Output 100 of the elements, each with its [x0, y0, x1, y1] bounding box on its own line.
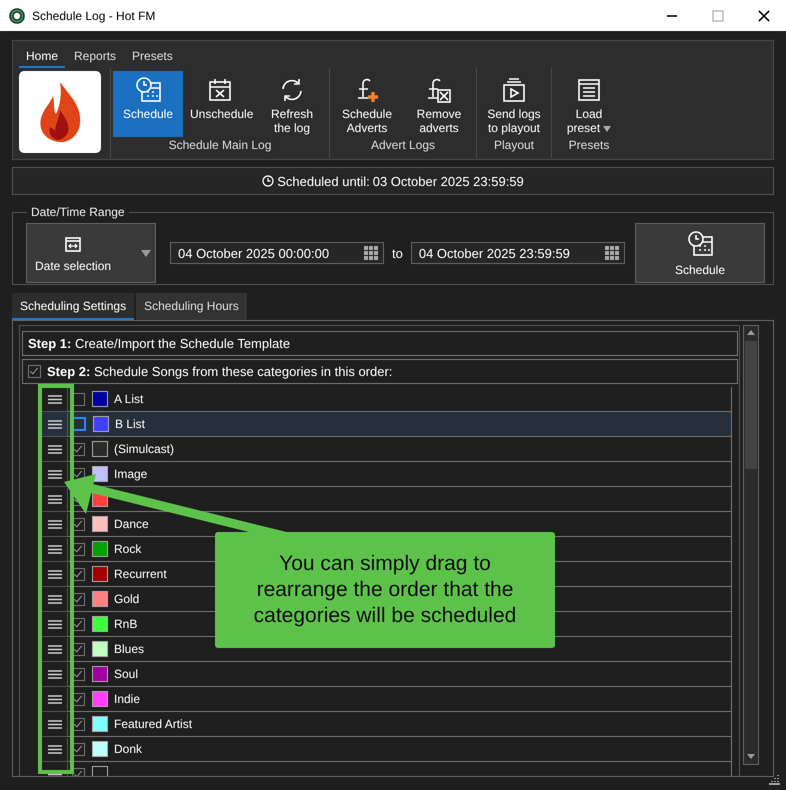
- category-name: Gold: [114, 592, 140, 606]
- drag-handle[interactable]: [42, 612, 68, 636]
- category-name: Featured Artist: [114, 717, 192, 731]
- drag-handle-icon: [48, 470, 62, 478]
- drag-handle[interactable]: [42, 538, 68, 562]
- close-icon: [758, 10, 770, 22]
- drag-handle[interactable]: [42, 688, 68, 712]
- drag-handle[interactable]: [42, 738, 68, 762]
- group-label: Schedule Main Log: [168, 138, 272, 154]
- category-name: RnB: [114, 617, 138, 631]
- checkbox[interactable]: [72, 542, 85, 556]
- category-name: Rock: [114, 542, 142, 556]
- category-name: Dance: [114, 517, 149, 531]
- ribbon-button[interactable]: Refresh the log: [257, 71, 327, 137]
- category-row[interactable]: Soul: [42, 662, 731, 687]
- drag-handle-icon: [48, 620, 62, 628]
- checkbox[interactable]: [72, 692, 85, 706]
- tab[interactable]: Scheduling Settings: [12, 293, 134, 320]
- drag-handle-icon: [48, 694, 62, 704]
- clock-calendar-icon: [134, 76, 162, 104]
- drag-handle-icon: [48, 644, 62, 654]
- ribbon-tab[interactable]: Presets: [125, 49, 180, 68]
- step-text: Step 1: Create/Import the Schedule Template: [28, 336, 290, 351]
- checkbox[interactable]: [72, 718, 85, 730]
- drag-handle-icon: [48, 570, 62, 578]
- drag-handle-icon: [48, 520, 62, 528]
- drag-handle-icon: [48, 544, 62, 554]
- grid-icon: [604, 246, 619, 260]
- clock-icon: [262, 175, 274, 187]
- category-name: Recurrent: [114, 567, 167, 581]
- checkbox[interactable]: [72, 668, 85, 680]
- drag-handle-icon: [48, 394, 62, 404]
- dropdown-arrow-icon: [603, 126, 612, 132]
- checkbox[interactable]: [72, 518, 85, 530]
- app-icon: [9, 8, 25, 24]
- tab[interactable]: Scheduling Hours: [136, 293, 247, 320]
- category-row[interactable]: B List: [42, 412, 731, 437]
- category-row[interactable]: (Simulcast): [42, 437, 731, 462]
- drag-handle[interactable]: [42, 488, 68, 512]
- clock-calendar-icon: [686, 230, 714, 258]
- drag-handle[interactable]: [42, 438, 68, 462]
- grid-icon: [364, 246, 378, 260]
- ribbon-button[interactable]: Remove adverts: [404, 71, 474, 137]
- category-name: Donk: [114, 742, 142, 756]
- category-name: Image: [114, 467, 148, 481]
- group-label: Advert Logs: [370, 138, 436, 154]
- range-separator: to: [392, 246, 403, 260]
- maximize-icon: [712, 10, 724, 22]
- drag-handle[interactable]: [42, 512, 68, 536]
- checkbox[interactable]: [72, 592, 85, 606]
- category-name: A List: [114, 392, 144, 406]
- checkbox[interactable]: [72, 618, 85, 630]
- drag-handle[interactable]: [42, 638, 68, 662]
- drag-handle-icon: [48, 744, 62, 754]
- category-name: Soul: [114, 667, 138, 681]
- group-label: Playout: [492, 138, 536, 154]
- drag-handle-icon: [48, 670, 62, 678]
- ribbon-tab[interactable]: Home: [19, 49, 66, 68]
- calendar-x-icon: [206, 76, 234, 104]
- group-label: Presets: [568, 138, 610, 154]
- category-name: Indie: [114, 692, 140, 706]
- status-label: Scheduled until:: [277, 174, 370, 188]
- drag-handle[interactable]: [42, 388, 68, 412]
- pound-x-icon: [425, 76, 453, 104]
- resize-grip-icon: [768, 773, 780, 785]
- category-row[interactable]: Donk: [42, 737, 731, 762]
- category-name: B List: [115, 417, 146, 431]
- list-icon: [575, 76, 603, 104]
- checkbox[interactable]: [72, 642, 85, 656]
- window-title: Schedule Log - Hot FM: [32, 8, 156, 22]
- drag-handle[interactable]: [42, 562, 68, 586]
- callout-tooltip: You can simply drag to rearrange the order that the categories will be scheduled: [215, 532, 555, 648]
- playout-icon: [500, 76, 528, 104]
- status-value: 03 October 2025 23:59:59: [372, 174, 524, 188]
- ribbon-button[interactable]: Schedule Adverts: [332, 71, 402, 137]
- checkbox[interactable]: [72, 442, 85, 456]
- ribbon-button[interactable]: Load preset: [554, 71, 624, 137]
- drag-handle[interactable]: [42, 712, 68, 736]
- date-selection-dropdown[interactable]: Date selection: [26, 223, 156, 283]
- ribbon-tab[interactable]: Reports: [67, 49, 124, 68]
- category-row[interactable]: Indie: [42, 687, 731, 712]
- drag-handle-icon: [48, 720, 62, 728]
- checkbox[interactable]: [72, 742, 85, 756]
- ribbon-button[interactable]: Schedule: [113, 71, 183, 137]
- ribbon-button[interactable]: Send logs to playout: [479, 71, 549, 137]
- drag-handle[interactable]: [42, 412, 68, 436]
- checkbox[interactable]: [72, 392, 85, 406]
- schedule-button[interactable]: Schedule: [635, 223, 765, 283]
- checkbox[interactable]: [28, 365, 41, 378]
- category-name: Blues: [114, 642, 144, 656]
- ribbon-button[interactable]: Unschedule: [185, 71, 255, 137]
- checkbox[interactable]: [72, 417, 86, 431]
- date-field[interactable]: 04 October 2025 00:00:00: [170, 242, 384, 264]
- category-row[interactable]: Featured Artist: [42, 712, 731, 737]
- checkbox[interactable]: [72, 568, 85, 580]
- drag-handle[interactable]: [42, 588, 68, 612]
- category-name: (Simulcast): [114, 442, 174, 456]
- drag-handle[interactable]: [42, 662, 68, 686]
- drag-handle-icon: [48, 420, 62, 428]
- date-field[interactable]: 04 October 2025 23:59:59: [410, 242, 625, 264]
